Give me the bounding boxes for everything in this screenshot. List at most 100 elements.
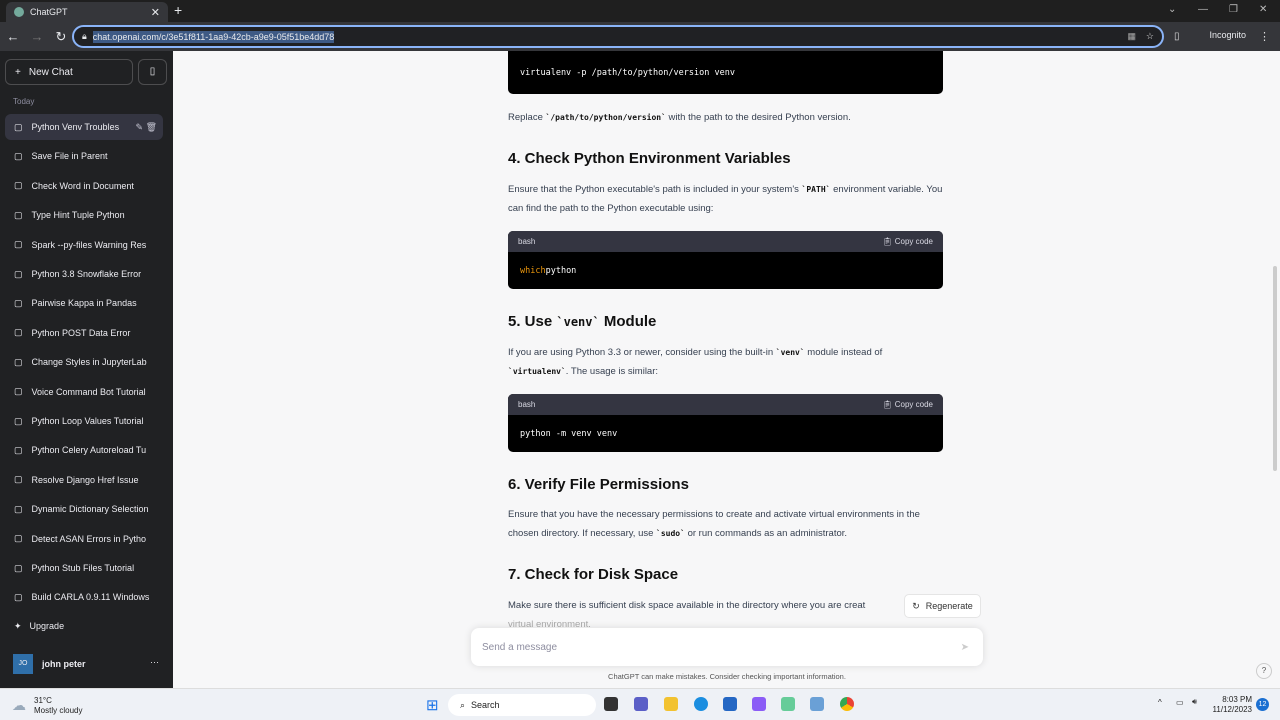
scrollbar[interactable] bbox=[1273, 266, 1277, 471]
windows-start-icon[interactable]: ⊞ bbox=[426, 696, 439, 714]
tab-search-icon[interactable]: ⌄ bbox=[1168, 4, 1176, 15]
paragraph: Ensure that you have the necessary permi… bbox=[508, 509, 920, 539]
store-icon[interactable] bbox=[723, 697, 737, 711]
sidebar-item-label: Python POST Data Error bbox=[31, 327, 131, 338]
close-window-button[interactable]: ✕ bbox=[1259, 4, 1267, 15]
sidebar-item-label: Python Stub Files Tutorial bbox=[31, 563, 135, 573]
message-input[interactable]: Send a message ➤ bbox=[471, 628, 983, 666]
search-icon: ⌕ bbox=[460, 699, 466, 710]
paragraph: Ensure that the Python executable's path… bbox=[508, 184, 943, 214]
sidebar-chat-item[interactable]: ▢ Build CARLA 0.9.11 Windows bbox=[5, 584, 163, 610]
sidebar-chat-item[interactable]: ▢ Python Venv Troubles ✎ 🗑︎ bbox=[5, 114, 163, 140]
bookmark-star-icon[interactable]: ☆ bbox=[1146, 31, 1154, 42]
edge-icon[interactable] bbox=[694, 697, 708, 711]
app-icon[interactable] bbox=[752, 697, 766, 711]
sidebar-item-label: Spark --py-files Warning Res bbox=[31, 239, 147, 250]
sidebar-chat-item[interactable]: ▢ Spark --py-files Warning Res bbox=[5, 232, 163, 258]
delete-icon[interactable]: 🗑︎ bbox=[146, 122, 157, 132]
edit-icon[interactable]: ✎ bbox=[136, 122, 144, 132]
task-view-icon[interactable] bbox=[604, 697, 618, 711]
user-menu[interactable]: JO john peter bbox=[13, 654, 86, 674]
sidebar-item-label: Pairwise Kappa in Pandas bbox=[31, 298, 137, 309]
sidebar-item-label: Dynamic Dictionary Selection bbox=[31, 504, 149, 515]
avatar: JO bbox=[13, 654, 33, 674]
notification-badge[interactable]: 12 bbox=[1256, 698, 1269, 711]
sidebar-chat-item[interactable]: ▢ Change Styles in JupyterLab bbox=[5, 349, 163, 375]
side-panel-icon[interactable]: ▯ bbox=[1174, 31, 1180, 42]
close-tab-icon[interactable]: ✕ bbox=[151, 6, 160, 19]
sidebar-chat-item[interactable]: ▢ Check Word in Document bbox=[5, 173, 163, 199]
disclaimer: ChatGPT can make mistakes. Consider chec… bbox=[608, 672, 846, 681]
qr-icon[interactable]: ▦ bbox=[1127, 31, 1136, 42]
sidebar-item-label: Type Hint Tuple Python bbox=[31, 210, 125, 221]
browser-tab-bar: ChatGPT ✕ + ⌄ — ❐ ✕ bbox=[0, 0, 1280, 22]
regenerate-button[interactable]: ↻ Regenerate bbox=[904, 594, 981, 618]
back-icon[interactable]: ← bbox=[2, 29, 24, 44]
new-chat-button[interactable]: + New Chat bbox=[5, 59, 133, 85]
taskbar-search[interactable]: ⌕ Search bbox=[448, 694, 596, 716]
app-icon[interactable] bbox=[781, 697, 795, 711]
new-chat-label: New Chat bbox=[28, 66, 73, 78]
chat-bubble-icon: ▢ bbox=[14, 180, 23, 191]
more-options-icon[interactable]: ··· bbox=[150, 657, 159, 667]
sidebar-chat-item[interactable]: ▢ Python Celery Autoreload Tu bbox=[5, 437, 163, 463]
minimize-button[interactable]: — bbox=[1198, 4, 1208, 15]
chat-bubble-icon: ▢ bbox=[14, 121, 23, 132]
collapse-sidebar-button[interactable]: ▯ bbox=[138, 59, 167, 85]
incognito-label[interactable]: Incognito bbox=[1209, 30, 1246, 40]
tray-chevron-icon[interactable]: ^ bbox=[1158, 698, 1162, 707]
upgrade-button[interactable]: ✦ Upgrade bbox=[14, 621, 64, 632]
sidebar-chat-item[interactable]: ▢ Python 3.8 Snowflake Error bbox=[5, 261, 163, 287]
sidebar-item-label: Python Celery Autoreload Tu bbox=[31, 445, 147, 456]
section-today: Today bbox=[13, 97, 35, 106]
chat-bubble-icon: ▢ bbox=[14, 297, 23, 308]
new-tab-button[interactable]: + bbox=[174, 2, 182, 18]
app-icon[interactable] bbox=[810, 697, 824, 711]
send-icon[interactable]: ➤ bbox=[961, 642, 969, 653]
plus-icon: + bbox=[15, 66, 21, 78]
teams-icon[interactable] bbox=[634, 697, 648, 711]
clock[interactable]: 8:03 PM 11/12/2023 bbox=[1212, 695, 1252, 715]
chat-bubble-icon: ▢ bbox=[14, 562, 23, 573]
copy-code-button[interactable]: 📋︎ Copy code bbox=[882, 400, 933, 409]
sidebar-item-label: Save File in Parent bbox=[31, 151, 108, 162]
reload-icon[interactable]: ↻ bbox=[50, 29, 72, 45]
code-text: which python bbox=[520, 265, 577, 276]
taskbar: ☁ 31°C Mostly cloudy ⊞ ⌕ Search ^ ▭ 🔊︎ 8:0… bbox=[0, 688, 1280, 720]
sidebar-chat-item[interactable]: ▢ Type Hint Tuple Python bbox=[5, 202, 163, 228]
sidebar-chat-item[interactable]: ▢ Pairwise Kappa in Pandas bbox=[5, 290, 163, 316]
file-explorer-icon[interactable] bbox=[664, 697, 678, 711]
sidebar-chat-item[interactable]: ▢ Python Stub Files Tutorial bbox=[5, 555, 163, 581]
address-bar[interactable]: 🔒︎ chat.openai.com/c/3e51f811-1aa9-42cb-a… bbox=[72, 25, 1164, 48]
sidebar-item-label: Python 3.8 Snowflake Error bbox=[31, 269, 142, 279]
upgrade-label: Upgrade bbox=[29, 621, 65, 631]
sidebar-item-label: Build CARLA 0.9.11 Windows bbox=[31, 592, 150, 603]
code-block: virtualenv -p /path/to/python/version ve… bbox=[508, 51, 943, 94]
sidebar-chat-item[interactable]: ▢ Python POST Data Error bbox=[5, 320, 163, 346]
sidebar-chat-item[interactable]: ▢ Save File in Parent bbox=[5, 143, 163, 169]
chrome-icon[interactable] bbox=[840, 697, 854, 711]
sidebar-chat-item[interactable]: ▢ Dynamic Dictionary Selection bbox=[5, 496, 163, 522]
sidebar-chat-item[interactable]: ▢ Detect ASAN Errors in Pytho bbox=[5, 526, 163, 552]
code-block: bash 📋︎ Copy code which python bbox=[508, 231, 943, 289]
sidebar-item-label: Change Styles in JupyterLab bbox=[31, 357, 147, 368]
code-block: bash 📋︎ Copy code python -m venv venv bbox=[508, 394, 943, 452]
sidebar-chat-item[interactable]: ▢ Python Loop Values Tutorial bbox=[5, 408, 163, 434]
sidebar-chat-item[interactable]: ▢ Voice Command Bot Tutorial bbox=[5, 379, 163, 405]
sidebar-chat-item[interactable]: ▢ Resolve Django Href Issue bbox=[5, 467, 163, 493]
sidebar-item-label: Resolve Django Href Issue bbox=[31, 474, 139, 485]
search-label: Search bbox=[471, 700, 500, 710]
heading-5: 5. Use `venv` Module bbox=[508, 313, 657, 330]
maximize-button[interactable]: ❐ bbox=[1229, 4, 1238, 15]
network-icon[interactable]: ▭ bbox=[1176, 698, 1184, 707]
forward-icon[interactable]: → bbox=[26, 29, 48, 44]
copy-code-button[interactable]: 📋︎ Copy code bbox=[882, 237, 933, 246]
volume-icon[interactable]: 🔊︎ bbox=[1192, 697, 1197, 707]
heading-6: 6. Verify File Permissions bbox=[508, 476, 689, 493]
chat-bubble-icon: ▢ bbox=[14, 150, 23, 161]
menu-icon[interactable]: ⋮ bbox=[1259, 30, 1270, 43]
weather-widget[interactable]: 31°C Mostly cloudy bbox=[34, 696, 82, 716]
browser-tab[interactable]: ChatGPT ✕ bbox=[6, 2, 168, 22]
address-toolbar: ← → ↻ 🔒︎ chat.openai.com/c/3e51f811-1aa9-… bbox=[0, 22, 1280, 51]
help-button[interactable]: ? bbox=[1256, 663, 1272, 679]
